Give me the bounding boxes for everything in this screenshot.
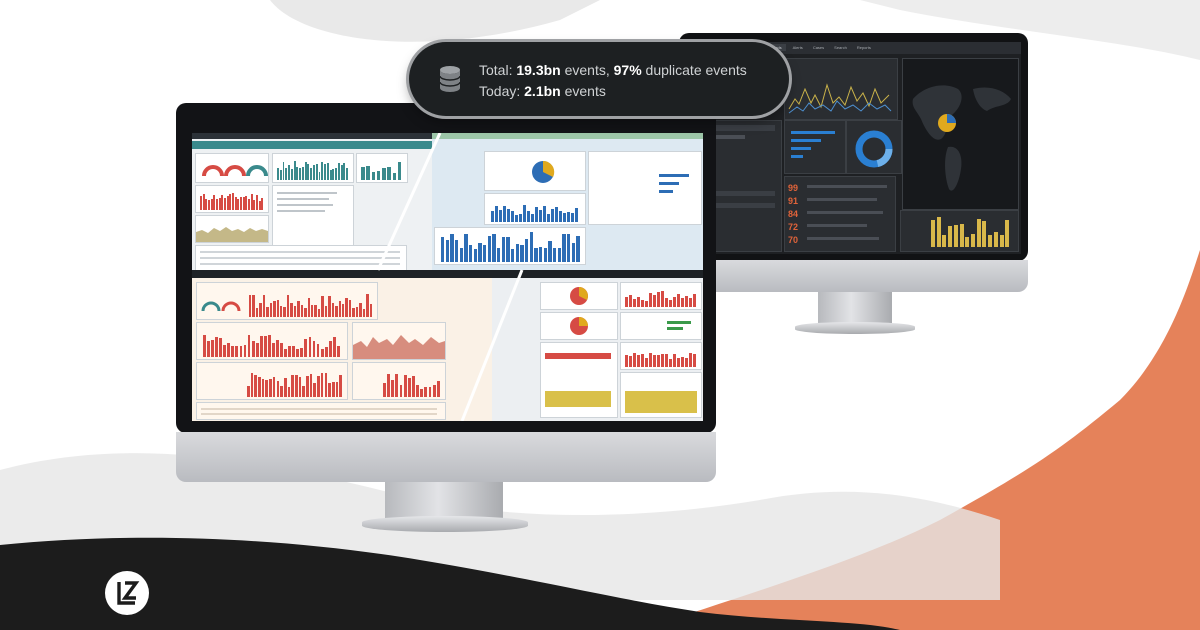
front-monitor-chin — [176, 432, 716, 482]
mini-bar — [976, 219, 981, 247]
back-world-map-panel — [902, 58, 1019, 210]
mini-bar — [965, 236, 970, 247]
today-events-line: Today: 2.1bn events — [479, 83, 606, 99]
back-line-chart-panel — [784, 58, 898, 120]
database-icon — [439, 66, 461, 92]
back-tab-reports[interactable]: Reports — [854, 44, 874, 51]
mini-bar — [953, 225, 958, 247]
back-tab-cases[interactable]: Cases — [810, 44, 827, 51]
back-score-list: 99 91 84 72 70 — [784, 176, 896, 252]
event-stats-pill: Total: 19.3bn events, 97% duplicate even… — [409, 42, 789, 116]
mini-bar — [942, 234, 947, 247]
back-donut-chart — [855, 130, 893, 168]
total-events-line: Total: 19.3bn events, 97% duplicate even… — [479, 62, 747, 78]
score-item[interactable]: 84 — [788, 209, 798, 220]
score-item[interactable]: 70 — [788, 235, 798, 246]
world-map-icon — [912, 85, 1011, 191]
mini-bar — [1005, 220, 1010, 247]
mini-bar — [948, 226, 953, 247]
mini-bar — [993, 231, 998, 247]
mini-bar — [959, 224, 964, 247]
duplicate-text: duplicate events — [641, 62, 747, 78]
mini-bar — [988, 235, 993, 247]
back-monitor-foot — [795, 322, 915, 334]
total-events-value: 19.3bn — [516, 62, 561, 78]
back-line-chart — [788, 83, 892, 114]
front-monitor-foot — [362, 516, 528, 532]
back-hbar-panel — [784, 120, 846, 174]
lz-logo-glyph — [117, 581, 140, 605]
quadrant-dividers — [376, 133, 524, 421]
back-tab-alerts[interactable]: Alerts — [790, 44, 806, 51]
mini-bar — [999, 234, 1004, 247]
score-column: 99 91 84 72 70 — [788, 183, 798, 246]
back-gold-bar-chart — [931, 217, 1011, 247]
score-item[interactable]: 91 — [788, 196, 798, 207]
back-donut-panel — [846, 120, 902, 174]
score-item[interactable]: 72 — [788, 222, 798, 233]
score-item[interactable]: 99 — [788, 183, 798, 194]
hero-banner: Dashboards Alerts Cases Search Reports — [0, 0, 1200, 630]
today-label: Today: — [479, 83, 525, 99]
today-events-value: 2.1bn — [524, 83, 561, 99]
mini-bar — [931, 220, 935, 247]
lz-logo-icon[interactable] — [105, 571, 149, 615]
mini-bar — [971, 233, 975, 247]
front-monitor-screen — [192, 133, 703, 421]
total-label: Total: — [479, 62, 517, 78]
back-gold-bar-panel — [900, 210, 1019, 252]
today-events-text: events — [560, 83, 606, 99]
duplicate-percent-value: 97% — [613, 62, 642, 78]
events-text: events, — [560, 62, 614, 78]
mini-bar — [982, 221, 987, 247]
back-tab-search[interactable]: Search — [831, 44, 850, 51]
mini-bar — [936, 217, 941, 247]
back-monitor-chin — [679, 260, 1028, 292]
